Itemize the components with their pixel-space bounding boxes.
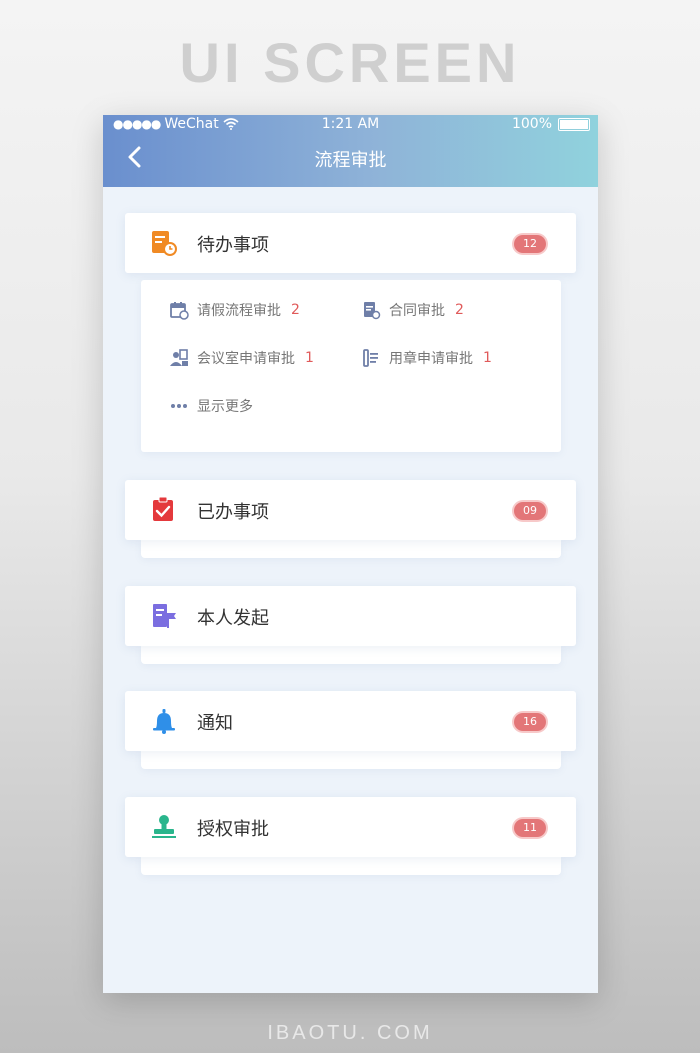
- section-completed[interactable]: 已办事项 09: [125, 480, 576, 540]
- battery-icon: [558, 117, 590, 131]
- card-underlay: [141, 857, 561, 875]
- section-initiated[interactable]: 本人发起: [125, 586, 576, 646]
- calendar-icon: [170, 302, 189, 320]
- bell-icon: [153, 709, 175, 734]
- card-underlay: [141, 751, 561, 769]
- pending-item-contract[interactable]: 合同审批 2: [361, 300, 464, 320]
- card-underlay: [141, 540, 561, 558]
- count-badge: 11: [514, 819, 546, 837]
- status-bar: ●●●●● WeChat 1:21 AM 100%: [103, 115, 598, 135]
- item-count: 2: [455, 302, 464, 318]
- page-title: 流程审批: [314, 150, 387, 171]
- meeting-room-icon: [170, 349, 188, 366]
- pending-items-panel: 请假流程审批 2 合同审批 2 会议室申请审批 1 用章申请审批 1 显示更多: [141, 280, 561, 452]
- battery-percent: 100%: [511, 116, 552, 132]
- poster-footer-brand: IBAOTU. COM: [267, 1022, 433, 1044]
- card-underlay: [141, 646, 561, 664]
- count-badge: 16: [514, 713, 546, 731]
- more-dots-icon: [171, 404, 187, 408]
- item-label: 合同审批: [389, 303, 445, 319]
- document-flag-icon: [153, 604, 176, 628]
- pending-item-seal[interactable]: 用章申请审批 1: [361, 348, 492, 368]
- stamp-icon: [152, 815, 176, 838]
- seal-icon: [363, 349, 378, 367]
- count-badge: 09: [514, 502, 546, 520]
- item-count: 1: [483, 350, 492, 366]
- pending-item-leave[interactable]: 请假流程审批 2: [169, 300, 300, 320]
- item-label: 请假流程审批: [197, 303, 281, 319]
- item-label: 用章申请审批: [389, 351, 473, 367]
- show-more-link[interactable]: 显示更多: [169, 396, 253, 416]
- contract-icon: [364, 302, 381, 320]
- show-more-label: 显示更多: [197, 399, 253, 415]
- poster-heading: UI SCREEN: [179, 31, 521, 94]
- section-authorization[interactable]: 授权审批 11: [125, 797, 576, 857]
- section-title: 已办事项: [197, 502, 269, 523]
- section-notifications[interactable]: 通知 16: [125, 691, 576, 751]
- item-count: 2: [291, 302, 300, 318]
- section-title: 授权审批: [197, 819, 269, 840]
- item-label: 会议室申请审批: [197, 351, 295, 367]
- section-title: 通知: [197, 713, 233, 734]
- pending-item-meeting-room[interactable]: 会议室申请审批 1: [169, 348, 314, 368]
- item-count: 1: [305, 350, 314, 366]
- task-clock-icon: [152, 231, 177, 256]
- top-bar: ●●●●● WeChat 1:21 AM 100% 流程审批: [103, 115, 598, 187]
- section-pending[interactable]: 待办事项 12: [125, 213, 576, 273]
- phone-screen: ●●●●● WeChat 1:21 AM 100% 流程审批 待办事项 12 请…: [103, 115, 598, 993]
- section-title: 待办事项: [197, 235, 269, 256]
- clipboard-check-icon: [153, 497, 173, 521]
- count-badge: 12: [514, 235, 546, 253]
- section-title: 本人发起: [197, 608, 269, 629]
